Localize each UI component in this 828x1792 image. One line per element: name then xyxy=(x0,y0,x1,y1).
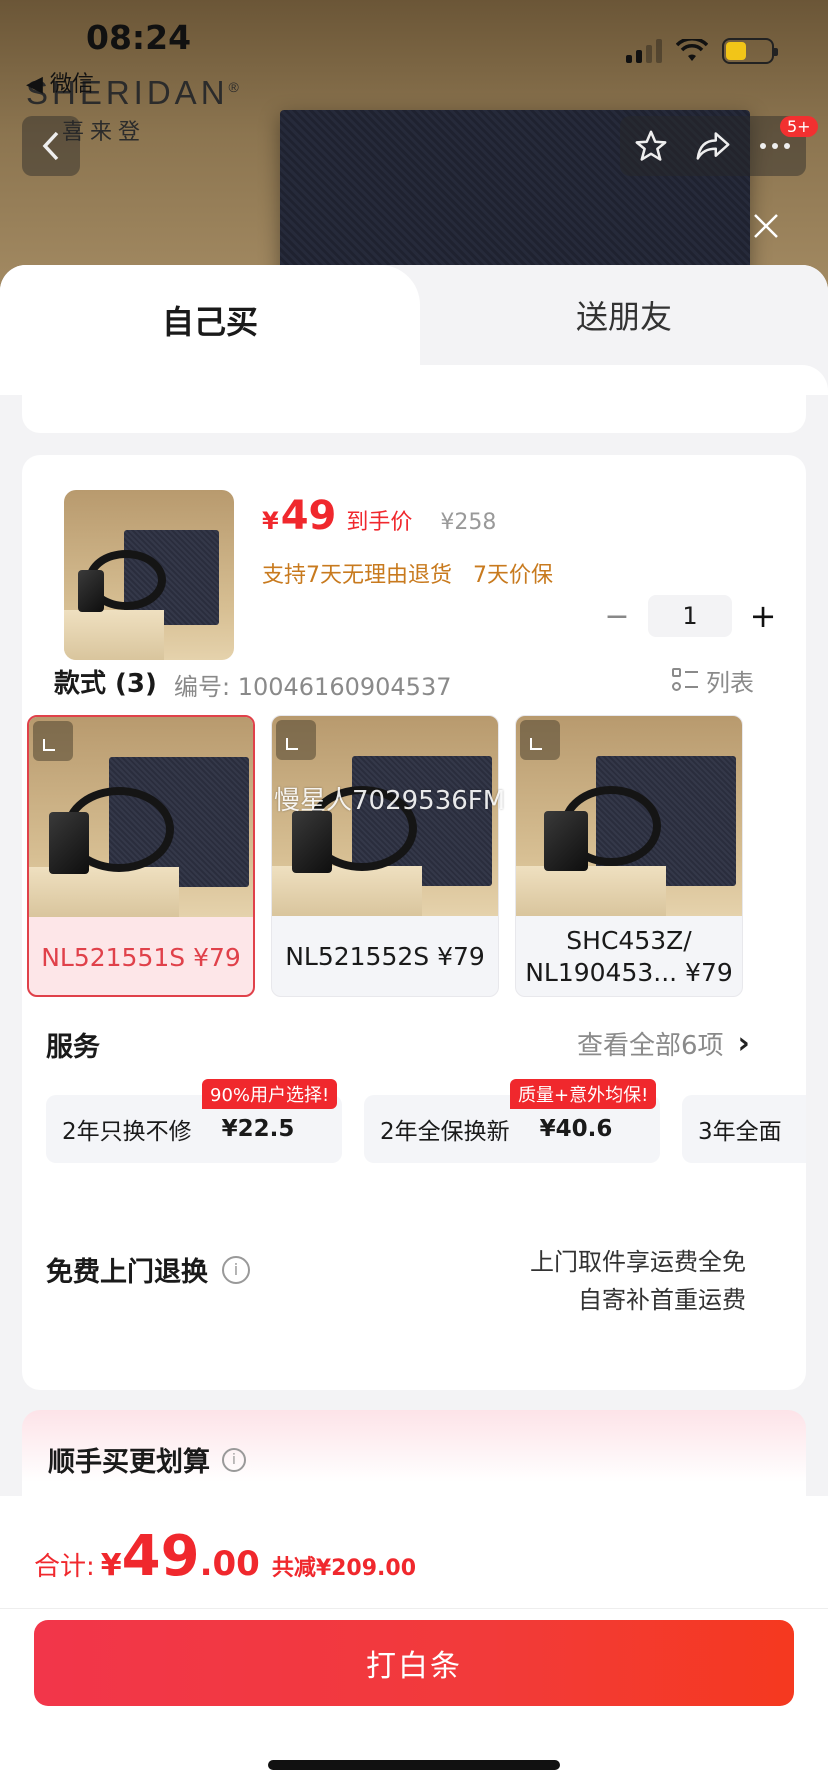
status-icons xyxy=(626,38,778,64)
tab-buy-self[interactable]: 自己买 xyxy=(0,265,420,375)
chevron-left-icon xyxy=(42,131,59,161)
address-card xyxy=(22,383,806,433)
service-option[interactable]: 3年全面 xyxy=(682,1095,806,1163)
more-icon[interactable] xyxy=(758,141,792,151)
quantity-value[interactable]: 1 xyxy=(648,595,732,637)
service-price: ¥40.6 xyxy=(539,1116,613,1142)
watermark-text: 慢星人7029536FM xyxy=(274,786,506,816)
product-code: 编号: 10046160904537 xyxy=(174,673,452,701)
variant-card[interactable]: SHC453Z/ NL190453... ¥79 xyxy=(515,715,743,997)
view-all-label: 查看全部6项 xyxy=(577,1031,724,1061)
return-service-desc: 上门取件享运费全免 自寄补首重运费 xyxy=(530,1248,746,1314)
share-icon[interactable] xyxy=(695,130,731,162)
product-card: ¥ 49 到手价 ¥258 支持7天无理由退货 7天价保 − 1 + 款式 (3… xyxy=(22,455,806,1390)
zoom-icon[interactable] xyxy=(520,720,560,760)
list-icon xyxy=(672,667,698,694)
price-line: ¥ 49 到手价 ¥258 xyxy=(262,493,496,539)
back-to-app[interactable]: ◀ 微信 xyxy=(26,66,94,98)
style-title: 款式 (3) xyxy=(54,669,157,699)
pay-button[interactable]: 打白条 xyxy=(34,1620,794,1706)
variant-card[interactable]: NL521551S ¥79 xyxy=(27,715,255,997)
cart-badge: 5+ xyxy=(780,116,818,137)
savings-label: 共减¥209.00 xyxy=(271,1556,417,1581)
decrease-button[interactable]: − xyxy=(602,599,632,634)
variant-card[interactable]: NL521552S ¥79 xyxy=(271,715,499,997)
current-price: 49 xyxy=(280,493,337,539)
original-price: ¥258 xyxy=(440,510,497,535)
return-service-title: 免费上门退换 i xyxy=(46,1250,250,1289)
quantity-stepper: − 1 + xyxy=(602,595,778,637)
checkout-bar: 合计: ¥ 49 .00 共减¥209.00 打白条 xyxy=(0,1496,828,1792)
view-all-services[interactable]: 查看全部6项 › xyxy=(577,1025,750,1062)
status-time: 08:24 xyxy=(86,18,192,57)
list-view-toggle[interactable]: 列表 xyxy=(672,663,754,698)
info-icon[interactable]: i xyxy=(222,1447,246,1472)
services-title: 服务 xyxy=(46,1032,100,1063)
signal-icon xyxy=(626,39,662,63)
star-icon[interactable] xyxy=(634,129,668,163)
service-badge: 质量+意外均保! xyxy=(510,1079,657,1109)
close-icon[interactable] xyxy=(752,212,780,240)
home-indicator[interactable] xyxy=(268,1760,560,1770)
variant-label: SHC453Z/ NL190453... ¥79 xyxy=(525,926,733,987)
header-actions xyxy=(620,116,806,176)
variant-label: NL521552S ¥79 xyxy=(285,942,485,971)
chevron-right-icon: › xyxy=(737,1026,750,1061)
product-thumbnail[interactable] xyxy=(64,490,234,660)
service-price: ¥22.5 xyxy=(221,1116,295,1142)
increase-button[interactable]: + xyxy=(748,597,778,635)
battery-icon xyxy=(722,38,778,64)
service-badge: 90%用户选择! xyxy=(202,1079,338,1109)
zoom-icon[interactable] xyxy=(33,721,73,761)
tab-bar: 自己买 送朋友 xyxy=(0,265,828,395)
service-options: 2年只换不修 ¥22.5 2年全保换新 ¥40.6 3年全面 90%用户选择! … xyxy=(46,1079,806,1165)
bundle-title: 顺手买更划算 i xyxy=(48,1440,246,1479)
variant-label: NL521551S ¥79 xyxy=(41,943,241,972)
return-policy: 支持7天无理由退货 7天价保 xyxy=(262,563,553,588)
wifi-icon xyxy=(676,39,708,61)
back-button[interactable] xyxy=(22,116,80,176)
info-icon[interactable]: i xyxy=(222,1255,250,1284)
divider xyxy=(0,1608,828,1609)
total-price: 合计: ¥ 49 .00 共减¥209.00 xyxy=(34,1524,417,1589)
zoom-icon[interactable] xyxy=(276,720,316,760)
service-name: 2年只换不修 xyxy=(62,1119,192,1145)
service-name: 2年全保换新 xyxy=(380,1119,510,1145)
list-label: 列表 xyxy=(706,669,754,697)
tab-gift-friend[interactable]: 送朋友 xyxy=(420,265,828,365)
price-tag: 到手价 xyxy=(346,510,413,535)
price-symbol: ¥ xyxy=(262,507,279,535)
service-name: 3年全面 xyxy=(698,1119,782,1145)
